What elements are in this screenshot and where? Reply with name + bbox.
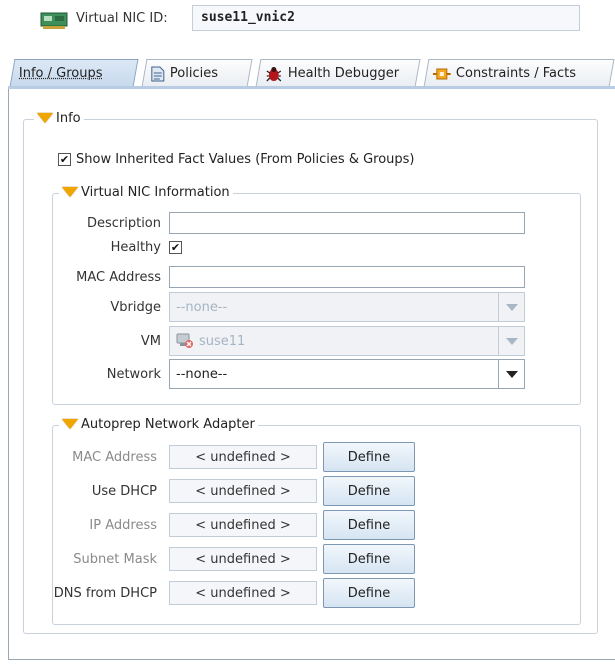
- tab-policies-label: Policies: [169, 66, 219, 81]
- chevron-down-icon[interactable]: [498, 293, 524, 321]
- show-inherited-row[interactable]: ✔ Show Inherited Fact Values (From Polic…: [58, 152, 415, 167]
- define-subnet-button[interactable]: Define: [323, 544, 415, 574]
- vbridge-select[interactable]: --none--: [169, 292, 525, 322]
- tab-health-debugger[interactable]: Health Debugger: [255, 59, 421, 87]
- collapse-triangle-icon[interactable]: [37, 112, 53, 123]
- autoprep-row: Use DHCP < undefined > Define: [45, 476, 415, 506]
- vnic-info-legend-label: Virtual NIC Information: [81, 185, 230, 200]
- tab-constraints-facts[interactable]: Constraints / Facts: [423, 59, 615, 87]
- vm-value: suse11: [199, 333, 246, 349]
- bug-icon: [266, 66, 282, 81]
- vbridge-label: Vbridge: [110, 299, 161, 315]
- healthy-checkbox[interactable]: ✔: [169, 241, 182, 254]
- mac-address-label: MAC Address: [76, 269, 161, 285]
- show-inherited-label: Show Inherited Fact Values (From Policie…: [76, 152, 415, 167]
- vnic-info-group: Virtual NIC Information Description Heal…: [51, 185, 581, 405]
- description-row: Description: [51, 212, 525, 234]
- info-legend-label: Info: [56, 111, 81, 126]
- vm-label: VM: [140, 333, 161, 349]
- autoprep-row: Subnet Mask < undefined > Define: [45, 544, 415, 574]
- autoprep-row: DNS from DHCP < undefined > Define: [45, 578, 415, 608]
- vbridge-value: --none--: [176, 299, 228, 315]
- healthy-row: Healthy ✔: [51, 240, 182, 255]
- tab-info-groups[interactable]: Info / Groups: [9, 59, 139, 87]
- vm-row: VM suse11: [51, 326, 525, 356]
- autoprep-mac-label: MAC Address: [72, 449, 157, 465]
- description-label: Description: [86, 215, 161, 231]
- constraint-icon: [432, 68, 451, 79]
- vnic-info-legend[interactable]: Virtual NIC Information: [59, 185, 233, 200]
- tab-constraints-facts-label: Constraints / Facts: [455, 66, 577, 81]
- description-field[interactable]: [169, 212, 525, 234]
- vm-value-wrap: suse11: [170, 327, 498, 355]
- info-legend[interactable]: Info: [34, 111, 84, 126]
- network-card-icon: [40, 12, 68, 29]
- vm-error-icon: [176, 333, 193, 348]
- chevron-down-icon[interactable]: [498, 327, 524, 355]
- network-label: Network: [106, 366, 161, 382]
- define-ip-button[interactable]: Define: [323, 510, 415, 540]
- tab-policies[interactable]: Policies: [141, 59, 253, 87]
- chevron-down-icon[interactable]: [498, 360, 524, 388]
- autoprep-row: MAC Address < undefined > Define: [45, 442, 415, 472]
- autoprep-legend[interactable]: Autoprep Network Adapter: [59, 417, 258, 432]
- autoprep-dhcp-value: < undefined >: [169, 479, 317, 503]
- define-mac-button[interactable]: Define: [323, 442, 415, 472]
- vm-select[interactable]: suse11: [169, 326, 525, 356]
- document-icon: [151, 66, 165, 81]
- autoprep-subnet-label: Subnet Mask: [73, 551, 157, 567]
- autoprep-subnet-value: < undefined >: [169, 547, 317, 571]
- virtual-nic-id-value: suse11_vnic2: [192, 5, 580, 31]
- autoprep-ip-label: IP Address: [89, 517, 157, 533]
- network-value: --none--: [176, 366, 228, 382]
- autoprep-dns-value: < undefined >: [169, 581, 317, 605]
- tab-health-debugger-label: Health Debugger: [287, 66, 400, 81]
- autoprep-row: IP Address < undefined > Define: [45, 510, 415, 540]
- network-row: Network --none--: [51, 359, 525, 389]
- autoprep-dns-label: DNS from DHCP: [53, 585, 157, 601]
- define-dhcp-button[interactable]: Define: [323, 476, 415, 506]
- autoprep-ip-value: < undefined >: [169, 513, 317, 537]
- mac-address-row: MAC Address: [51, 266, 525, 288]
- collapse-triangle-icon[interactable]: [62, 418, 78, 429]
- vbridge-row: Vbridge --none--: [51, 292, 525, 322]
- mac-address-field[interactable]: [169, 266, 525, 288]
- info-group: Info ✔ Show Inherited Fact Values (From …: [23, 111, 598, 634]
- healthy-label: Healthy: [110, 240, 161, 255]
- network-select[interactable]: --none--: [169, 359, 525, 389]
- show-inherited-checkbox[interactable]: ✔: [58, 153, 71, 166]
- collapse-triangle-icon[interactable]: [62, 186, 78, 197]
- tab-info-groups-label: Info / Groups: [18, 66, 103, 81]
- autoprep-legend-label: Autoprep Network Adapter: [81, 417, 255, 432]
- autoprep-mac-value: < undefined >: [169, 445, 317, 469]
- autoprep-dhcp-label: Use DHCP: [91, 483, 157, 499]
- virtual-nic-id-label: Virtual NIC ID:: [76, 11, 168, 26]
- autoprep-group: Autoprep Network Adapter MAC Address < u…: [52, 417, 581, 625]
- header: Virtual NIC ID: suse11_vnic2: [0, 0, 615, 48]
- define-dns-button[interactable]: Define: [323, 578, 415, 608]
- tab-content-panel: Info ✔ Show Inherited Fact Values (From …: [8, 89, 615, 660]
- tab-bar: Info / Groups Policies Health Debugger C…: [8, 59, 615, 87]
